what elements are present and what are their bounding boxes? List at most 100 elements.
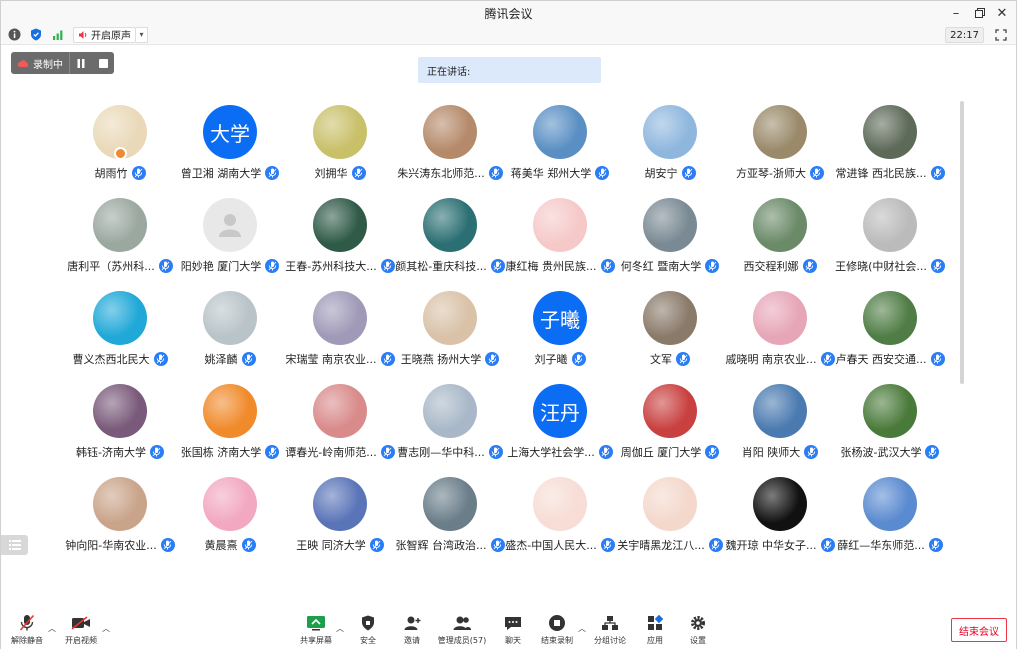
end-meeting-button[interactable]: 结束会议: [951, 618, 1007, 642]
participant-tile[interactable]: 魏开琼 中华女子...: [725, 473, 835, 566]
participant-tile[interactable]: 颜其松-重庆科技...: [395, 194, 505, 287]
video-options-chevron-icon[interactable]: ︿: [102, 623, 110, 634]
participant-name-line: 胡雨竹: [95, 165, 146, 181]
participant-tile[interactable]: 阳妙艳 厦门大学: [175, 194, 285, 287]
avatar: [753, 198, 807, 252]
participant-tile[interactable]: 张智辉 台湾政治...: [395, 473, 505, 566]
invite-button[interactable]: 邀请: [397, 609, 427, 649]
participant-name: 刘子曦: [534, 353, 568, 366]
participant-tile[interactable]: 曹义杰西北民大: [65, 287, 175, 380]
share-screen-button[interactable]: 共享屏幕: [297, 609, 335, 649]
avatar: [753, 384, 807, 438]
participant-tile[interactable]: 肖阳 陕师大: [725, 380, 835, 473]
window-title: 腾讯会议: [484, 6, 533, 21]
participant-tile[interactable]: 常进锋 西北民族...: [835, 101, 945, 194]
avatar: [93, 384, 147, 438]
recording-label-group: 录制中: [11, 52, 70, 74]
security-shield-icon: [358, 613, 378, 633]
avatar: [93, 291, 147, 345]
close-icon[interactable]: ✕: [988, 1, 1016, 25]
participant-tile[interactable]: 康红梅 贵州民族...: [505, 194, 615, 287]
settings-button[interactable]: 设置: [684, 609, 712, 649]
participant-tile[interactable]: 胡雨竹: [65, 101, 175, 194]
list-view-icon[interactable]: [1, 535, 28, 555]
participant-name-line: 姚泽麟: [205, 351, 256, 367]
participant-name-line: 宋瑞莹 南京农业...: [286, 351, 395, 367]
participant-name-line: 张智辉 台湾政治...: [396, 537, 505, 553]
chat-button[interactable]: 聊天: [499, 609, 527, 649]
avatar: [313, 105, 367, 159]
fullscreen-icon[interactable]: [992, 26, 1010, 44]
pause-recording-icon[interactable]: [70, 52, 92, 74]
participant-tile[interactable]: 姚泽麟: [175, 287, 285, 380]
participant-tile[interactable]: 文军: [615, 287, 725, 380]
mic-status-icon: [490, 538, 505, 552]
participant-tile[interactable]: 唐利平（苏州科...: [65, 194, 175, 287]
info-icon[interactable]: [5, 26, 23, 44]
title-bar: 腾讯会议 – ✕: [1, 1, 1016, 25]
meeting-clock: 22:17: [945, 27, 984, 43]
participant-tile[interactable]: 何冬红 暨南大学: [615, 194, 725, 287]
participant-tile[interactable]: 王晓燕 扬州大学: [395, 287, 505, 380]
audio-options-chevron-icon[interactable]: ︿: [48, 623, 56, 634]
participant-tile[interactable]: 韩钰-济南大学: [65, 380, 175, 473]
participant-name: 唐利平（苏州科...: [67, 260, 155, 273]
participant-name-line: 康红梅 贵州民族...: [506, 258, 615, 274]
participant-tile[interactable]: 方亚琴-浙师大: [725, 101, 835, 194]
participant-tile[interactable]: 黄晨熹: [175, 473, 285, 566]
participant-tile[interactable]: 汪丹 上海大学社会学...: [505, 380, 615, 473]
stop-recording-icon[interactable]: [92, 52, 114, 74]
participant-tile[interactable]: 钟向阳-华南农业...: [65, 473, 175, 566]
participant-name-line: 韩钰-济南大学: [76, 444, 164, 460]
stop-recording-button[interactable]: 结束录制: [538, 609, 576, 649]
participant-name: 宋瑞莹 南京农业...: [285, 353, 377, 366]
avatar: 汪丹: [533, 384, 587, 438]
scrollbar[interactable]: [960, 101, 964, 384]
record-options-chevron-icon[interactable]: ︿: [578, 623, 586, 634]
participant-tile[interactable]: 张国栋 济南大学: [175, 380, 285, 473]
original-sound-button[interactable]: 开启原声: [73, 26, 136, 43]
unmute-button[interactable]: 解除静音: [7, 609, 47, 649]
mic-status-icon: [705, 445, 720, 459]
mic-status-icon: [241, 352, 256, 366]
original-sound-dropdown[interactable]: ▾: [136, 26, 148, 43]
participant-tile[interactable]: 周伽丘 厦门大学: [615, 380, 725, 473]
security-button[interactable]: 安全: [353, 609, 383, 649]
mic-status-icon: [928, 538, 943, 552]
avatar: [203, 477, 257, 531]
participant-tile[interactable]: 张杨波-武汉大学: [835, 380, 945, 473]
participant-tile[interactable]: 宋瑞莹 南京农业...: [285, 287, 395, 380]
participant-tile[interactable]: 薛红—华东师范...: [835, 473, 945, 566]
participant-tile[interactable]: 王修晓(中财社会...: [835, 194, 945, 287]
participant-name: 张智辉 台湾政治...: [395, 539, 487, 552]
mic-status-icon: [930, 352, 945, 366]
participant-tile[interactable]: 曹志刚—华中科...: [395, 380, 505, 473]
participant-tile[interactable]: 刘拥华: [285, 101, 395, 194]
participant-tile[interactable]: 关宇晴黑龙江八...: [615, 473, 725, 566]
participant-tile[interactable]: 谭春光-岭南师范...: [285, 380, 395, 473]
avatar: [863, 198, 917, 252]
participant-tile[interactable]: 盛杰-中国人民大...: [505, 473, 615, 566]
participant-tile[interactable]: 卢春天 西安交通...: [835, 287, 945, 380]
participant-tile[interactable]: 大学 曾卫湘 湖南大学: [175, 101, 285, 194]
participant-tile[interactable]: 西交程利娜: [725, 194, 835, 287]
share-options-chevron-icon[interactable]: ︿: [336, 623, 344, 634]
participant-tile[interactable]: 蒋美华 郑州大学: [505, 101, 615, 194]
shield-icon[interactable]: [27, 26, 45, 44]
participant-name: 方亚琴-浙师大: [736, 167, 806, 180]
participant-tile[interactable]: 戚晓明 南京农业...: [725, 287, 835, 380]
mic-status-icon: [930, 166, 945, 180]
manage-members-button[interactable]: 管理成员(57): [437, 609, 487, 649]
participant-tile[interactable]: 子曦 刘子曦: [505, 287, 615, 380]
breakout-button[interactable]: 分组讨论: [591, 609, 629, 649]
participant-tile[interactable]: 胡安宁: [615, 101, 725, 194]
participant-tile[interactable]: 朱兴涛东北师范...: [395, 101, 505, 194]
participant-tile[interactable]: 王映 同济大学: [285, 473, 395, 566]
apps-grid-icon: [645, 613, 665, 633]
participant-tile[interactable]: 王春-苏州科技大...: [285, 194, 395, 287]
start-video-button[interactable]: 开启视频: [61, 609, 101, 649]
signal-icon[interactable]: [49, 26, 67, 44]
participant-name: 韩钰-济南大学: [76, 446, 146, 459]
apps-button[interactable]: 应用: [641, 609, 669, 649]
avatar: [423, 105, 477, 159]
